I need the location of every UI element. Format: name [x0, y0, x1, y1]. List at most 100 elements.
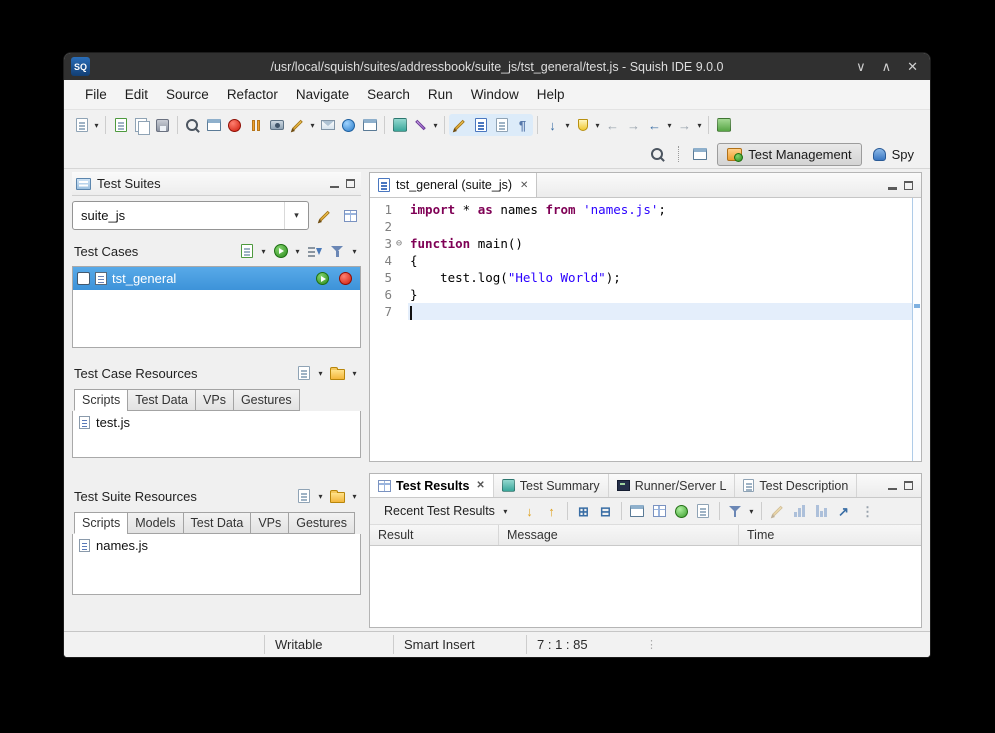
test-center-icon[interactable]: [389, 114, 410, 136]
copy-icon[interactable]: [131, 114, 152, 136]
new-icon[interactable]: [71, 114, 92, 136]
expand-all-icon[interactable]: ⊞: [573, 500, 594, 522]
open-external-icon[interactable]: ↗: [833, 500, 854, 522]
record-test-case-icon[interactable]: [335, 268, 356, 290]
open-folder-chevron-icon[interactable]: ▾: [350, 369, 359, 378]
tab-suite-scripts[interactable]: Scripts: [74, 512, 128, 534]
menu-help[interactable]: Help: [528, 83, 574, 106]
collapse-all-icon[interactable]: ⊟: [595, 500, 616, 522]
suite-selector-chevron-icon[interactable]: ▾: [284, 202, 308, 229]
verification-point-icon[interactable]: [287, 114, 308, 136]
pause-icon[interactable]: [245, 114, 266, 136]
upload-results-icon[interactable]: [671, 500, 692, 522]
edit-entry-icon[interactable]: [767, 500, 788, 522]
tab-runner-server-log[interactable]: Runner/Server L: [609, 474, 736, 497]
filter-results-icon[interactable]: [725, 500, 746, 522]
run-test-suite-chevron-icon[interactable]: ▾: [293, 247, 302, 256]
suite-settings-icon[interactable]: [314, 205, 335, 227]
next-annotation-chevron-icon[interactable]: ▾: [563, 121, 572, 130]
search-icon[interactable]: [647, 143, 668, 165]
file-item[interactable]: test.js: [79, 415, 354, 430]
test-case-row[interactable]: tst_general: [73, 267, 360, 290]
bar-chart-icon[interactable]: [789, 500, 810, 522]
verification-point-chevron-icon[interactable]: ▾: [308, 121, 317, 130]
tab-suite-vps[interactable]: VPs: [250, 512, 289, 534]
line-number-gutter[interactable]: 1 2 3⊖ 4 5 6 7: [370, 198, 408, 461]
snapshot-browser-icon[interactable]: [203, 114, 224, 136]
show-whitespace-icon[interactable]: ¶: [512, 114, 533, 136]
open-folder-icon[interactable]: [327, 362, 348, 384]
column-message[interactable]: Message: [499, 525, 739, 545]
export-results-icon[interactable]: [693, 500, 714, 522]
menu-refactor[interactable]: Refactor: [218, 83, 287, 106]
menu-file[interactable]: File: [76, 83, 116, 106]
menu-window[interactable]: Window: [462, 83, 528, 106]
script-file-icon[interactable]: [470, 114, 491, 136]
forward-history-chevron-icon[interactable]: ▾: [695, 121, 704, 130]
filter-results-chevron-icon[interactable]: ▾: [747, 507, 756, 516]
new-resource-icon[interactable]: [293, 362, 314, 384]
open-folder-icon[interactable]: [327, 485, 348, 507]
wizard-icon[interactable]: [410, 114, 431, 136]
menu-search[interactable]: Search: [358, 83, 419, 106]
record-icon[interactable]: [224, 114, 245, 136]
file-item[interactable]: names.js: [79, 538, 354, 553]
close-tab-icon[interactable]: ✕: [520, 180, 528, 191]
mail-icon[interactable]: [317, 114, 338, 136]
tab-case-scripts[interactable]: Scripts: [74, 389, 128, 411]
maximize-view-icon[interactable]: [343, 177, 357, 191]
window-maximize-icon[interactable]: ∧: [882, 59, 892, 75]
close-tab-icon[interactable]: ✕: [476, 480, 484, 491]
code-editor[interactable]: import * as names from 'names.js'; funct…: [408, 198, 912, 461]
tab-case-gestures[interactable]: Gestures: [233, 389, 300, 411]
text-editor-icon[interactable]: [491, 114, 512, 136]
edit-mode-icon[interactable]: [449, 114, 470, 136]
back-icon[interactable]: ←: [602, 114, 623, 136]
new-resource-chevron-icon[interactable]: ▾: [316, 492, 325, 501]
forward-icon[interactable]: →: [623, 114, 644, 136]
screenshot-icon[interactable]: [266, 114, 287, 136]
report-icon[interactable]: [627, 500, 648, 522]
test-case-checkbox[interactable]: [77, 272, 90, 285]
compare-results-icon[interactable]: [649, 500, 670, 522]
back-history-chevron-icon[interactable]: ▾: [665, 121, 674, 130]
pin-editor-icon[interactable]: [713, 114, 734, 136]
suite-selector[interactable]: suite_js ▾: [72, 201, 309, 230]
tab-test-results[interactable]: Test Results ✕: [370, 474, 494, 497]
new-menu-chevron-icon[interactable]: ▾: [92, 121, 101, 130]
window-restore-icon[interactable]: ∨: [856, 59, 866, 75]
back-history-icon[interactable]: ←: [644, 114, 665, 136]
titlebar[interactable]: SQ /usr/local/squish/suites/addressbook/…: [64, 53, 930, 80]
run-test-suite-icon[interactable]: [270, 240, 291, 262]
pick-object-icon[interactable]: [182, 114, 203, 136]
window-close-icon[interactable]: ✕: [907, 59, 918, 75]
menu-source[interactable]: Source: [157, 83, 218, 106]
jump-to-next-icon[interactable]: ↓: [519, 500, 540, 522]
column-result[interactable]: Result: [370, 525, 499, 545]
minimize-view-icon[interactable]: [885, 479, 899, 493]
tab-case-vps[interactable]: VPs: [195, 389, 234, 411]
tab-suite-test-data[interactable]: Test Data: [183, 512, 252, 534]
maximize-view-icon[interactable]: [901, 479, 915, 493]
new-resource-icon[interactable]: [293, 485, 314, 507]
perspective-test-management-button[interactable]: Test Management: [717, 143, 861, 166]
filter-icon[interactable]: [327, 240, 348, 262]
tab-case-test-data[interactable]: Test Data: [127, 389, 196, 411]
maximize-view-icon[interactable]: [901, 178, 915, 192]
sort-icon[interactable]: [304, 240, 325, 262]
fold-collapse-icon[interactable]: ⊖: [392, 235, 406, 252]
forward-history-icon[interactable]: →: [674, 114, 695, 136]
tab-suite-models[interactable]: Models: [127, 512, 183, 534]
overview-ruler[interactable]: [912, 198, 921, 461]
editor-tab[interactable]: tst_general (suite_js) ✕: [370, 173, 537, 197]
open-folder-chevron-icon[interactable]: ▾: [350, 492, 359, 501]
perspective-spy-button[interactable]: Spy: [869, 144, 918, 165]
next-annotation-icon[interactable]: ↓: [542, 114, 563, 136]
tab-test-description[interactable]: Test Description: [735, 474, 857, 497]
line-chart-icon[interactable]: [811, 500, 832, 522]
results-table-body[interactable]: [370, 546, 921, 627]
new-test-case-icon[interactable]: [110, 114, 131, 136]
menu-navigate[interactable]: Navigate: [287, 83, 358, 106]
status-overflow-icon[interactable]: ⋮: [642, 632, 661, 657]
last-edit-location-icon[interactable]: [572, 114, 593, 136]
